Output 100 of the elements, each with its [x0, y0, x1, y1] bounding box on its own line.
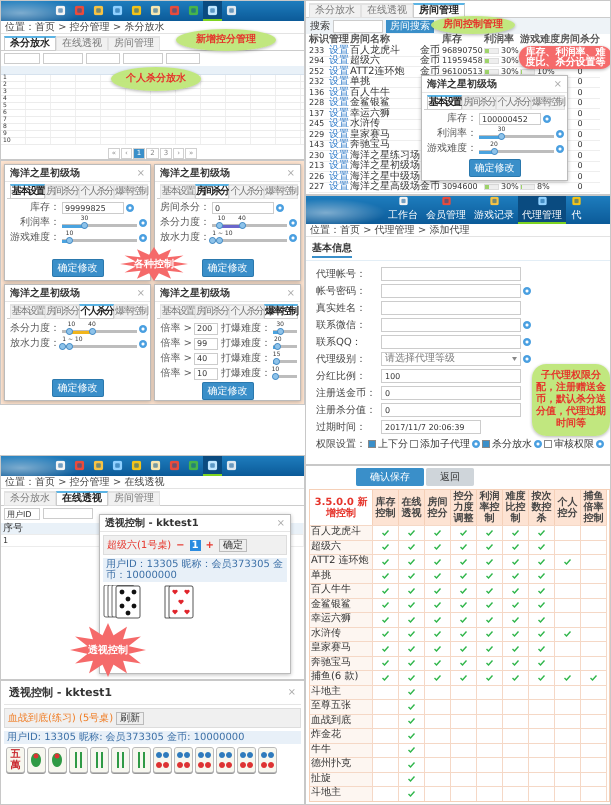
- confirm-button[interactable]: 确定修改: [52, 259, 104, 277]
- tab[interactable]: 杀分放水: [4, 36, 56, 51]
- checkbox[interactable]: [410, 440, 418, 448]
- nav-tab[interactable]: 游戏记录: [470, 196, 518, 224]
- close-button[interactable]: ×: [288, 687, 296, 698]
- tab[interactable]: 基本设置: [160, 184, 194, 199]
- filter-field[interactable]: [86, 53, 120, 64]
- tab[interactable]: 个人杀分: [79, 304, 114, 319]
- tab[interactable]: 杀分放水: [4, 491, 56, 506]
- search-field[interactable]: [333, 20, 383, 32]
- input-field[interactable]: 0: [212, 202, 274, 214]
- nav-tab[interactable]: 会员管理: [422, 196, 470, 224]
- checkbox[interactable]: [482, 440, 490, 448]
- input-field[interactable]: 200: [194, 322, 218, 334]
- tab[interactable]: 个人杀分: [79, 184, 114, 199]
- close-button[interactable]: ×: [136, 288, 145, 298]
- nav-tab[interactable]: 代理管理: [518, 196, 566, 224]
- input-field[interactable]: [381, 284, 521, 298]
- tab[interactable]: 个人杀分: [229, 184, 264, 199]
- slider-thumb[interactable]: [59, 343, 66, 350]
- tab[interactable]: 房间杀分: [44, 304, 79, 319]
- tab[interactable]: 基本设置: [427, 95, 462, 110]
- nav-tab[interactable]: 工作台: [384, 196, 422, 224]
- input-field[interactable]: 2017/11/7 20:06:39: [381, 420, 481, 434]
- confirm-button[interactable]: 确定修改: [52, 379, 104, 397]
- slider-thumb[interactable]: [88, 328, 96, 335]
- refresh-button[interactable]: 刷新: [116, 712, 144, 724]
- tab[interactable]: 爆率控制: [114, 184, 148, 199]
- search-field[interactable]: [43, 508, 93, 519]
- confirm-button[interactable]: 确定修改: [202, 259, 254, 277]
- slider-thumb[interactable]: [274, 343, 282, 350]
- back-button[interactable]: 返回: [426, 468, 474, 486]
- tab[interactable]: 房间杀分: [194, 304, 229, 319]
- tab[interactable]: 房间管理: [108, 491, 160, 506]
- link[interactable]: 设置: [329, 162, 350, 172]
- tab[interactable]: 房间杀分: [44, 184, 79, 199]
- tab[interactable]: 在线透视: [56, 36, 108, 51]
- nav-tab[interactable]: [203, 456, 222, 476]
- slider-thumb[interactable]: [272, 373, 279, 380]
- input-field[interactable]: 0: [381, 386, 521, 400]
- input-field[interactable]: 0: [381, 403, 521, 417]
- input-field[interactable]: [381, 335, 521, 349]
- input-field[interactable]: 10: [194, 368, 218, 380]
- tab[interactable]: 爆率控制: [114, 304, 148, 319]
- slider-thumb[interactable]: [66, 237, 73, 244]
- input-field[interactable]: 40: [194, 352, 218, 364]
- slider-thumb[interactable]: [490, 148, 498, 155]
- confirm-button[interactable]: 确定修改: [468, 159, 520, 177]
- input-field[interactable]: [381, 318, 521, 332]
- select-field[interactable]: 请选择代理等级: [381, 352, 521, 366]
- search-button[interactable]: 房间搜索: [386, 20, 434, 32]
- tab[interactable]: 个人杀分: [496, 95, 530, 110]
- tab[interactable]: 爆率控制: [264, 304, 298, 319]
- slider-thumb[interactable]: [216, 222, 223, 229]
- tab[interactable]: 房间管理: [413, 3, 465, 18]
- tab[interactable]: 在线透视: [361, 3, 413, 18]
- tab[interactable]: 杀分放水: [309, 3, 361, 18]
- slider-thumb[interactable]: [498, 133, 505, 140]
- close-button[interactable]: ×: [554, 78, 562, 90]
- input-field[interactable]: 99: [194, 338, 218, 350]
- slider-thumb[interactable]: [238, 222, 246, 229]
- input-field[interactable]: [381, 267, 521, 281]
- slider-thumb[interactable]: [276, 328, 284, 335]
- checkbox[interactable]: [544, 440, 552, 448]
- filter-field[interactable]: [43, 53, 83, 64]
- input-field[interactable]: [381, 301, 521, 315]
- nav-tab[interactable]: [203, 1, 222, 21]
- input-field[interactable]: 100: [381, 369, 521, 383]
- slider-thumb[interactable]: [66, 343, 73, 350]
- confirm-button[interactable]: 确定修改: [202, 382, 254, 400]
- input-field[interactable]: 99999825: [62, 202, 124, 214]
- slider-thumb[interactable]: [81, 222, 88, 229]
- link[interactable]: 设置: [329, 78, 350, 88]
- filter-field[interactable]: [4, 53, 40, 64]
- tab[interactable]: 房间管理: [108, 36, 160, 51]
- tab[interactable]: 在线透视: [56, 491, 108, 506]
- filter-field[interactable]: [123, 53, 163, 64]
- tab[interactable]: 基本设置: [10, 184, 44, 199]
- tab[interactable]: 爆率控制: [530, 95, 565, 110]
- slider-thumb[interactable]: [273, 358, 280, 365]
- tab[interactable]: 爆率控制: [264, 184, 298, 199]
- close-button[interactable]: ×: [136, 168, 145, 178]
- close-button[interactable]: ×: [286, 168, 295, 178]
- confirm-button[interactable]: 确定: [218, 538, 247, 552]
- slider-thumb[interactable]: [209, 237, 216, 244]
- link[interactable]: 设置: [329, 120, 350, 130]
- count-field[interactable]: 1: [190, 540, 201, 550]
- checkbox[interactable]: [368, 440, 376, 448]
- tab[interactable]: 房间杀分: [194, 184, 229, 199]
- close-button[interactable]: ×: [286, 288, 295, 298]
- tab[interactable]: 个人杀分: [229, 304, 264, 319]
- link[interactable]: 设置: [329, 182, 350, 193]
- filter-select[interactable]: 用户ID: [4, 508, 40, 520]
- save-button[interactable]: 确认保存: [356, 468, 424, 486]
- link[interactable]: 设置: [329, 98, 350, 109]
- input-field[interactable]: 100000452: [479, 113, 541, 125]
- filter-field[interactable]: [166, 53, 200, 64]
- tab[interactable]: 房间杀分: [462, 95, 496, 110]
- tab[interactable]: 基本设置: [10, 304, 44, 319]
- slider-thumb[interactable]: [66, 328, 73, 335]
